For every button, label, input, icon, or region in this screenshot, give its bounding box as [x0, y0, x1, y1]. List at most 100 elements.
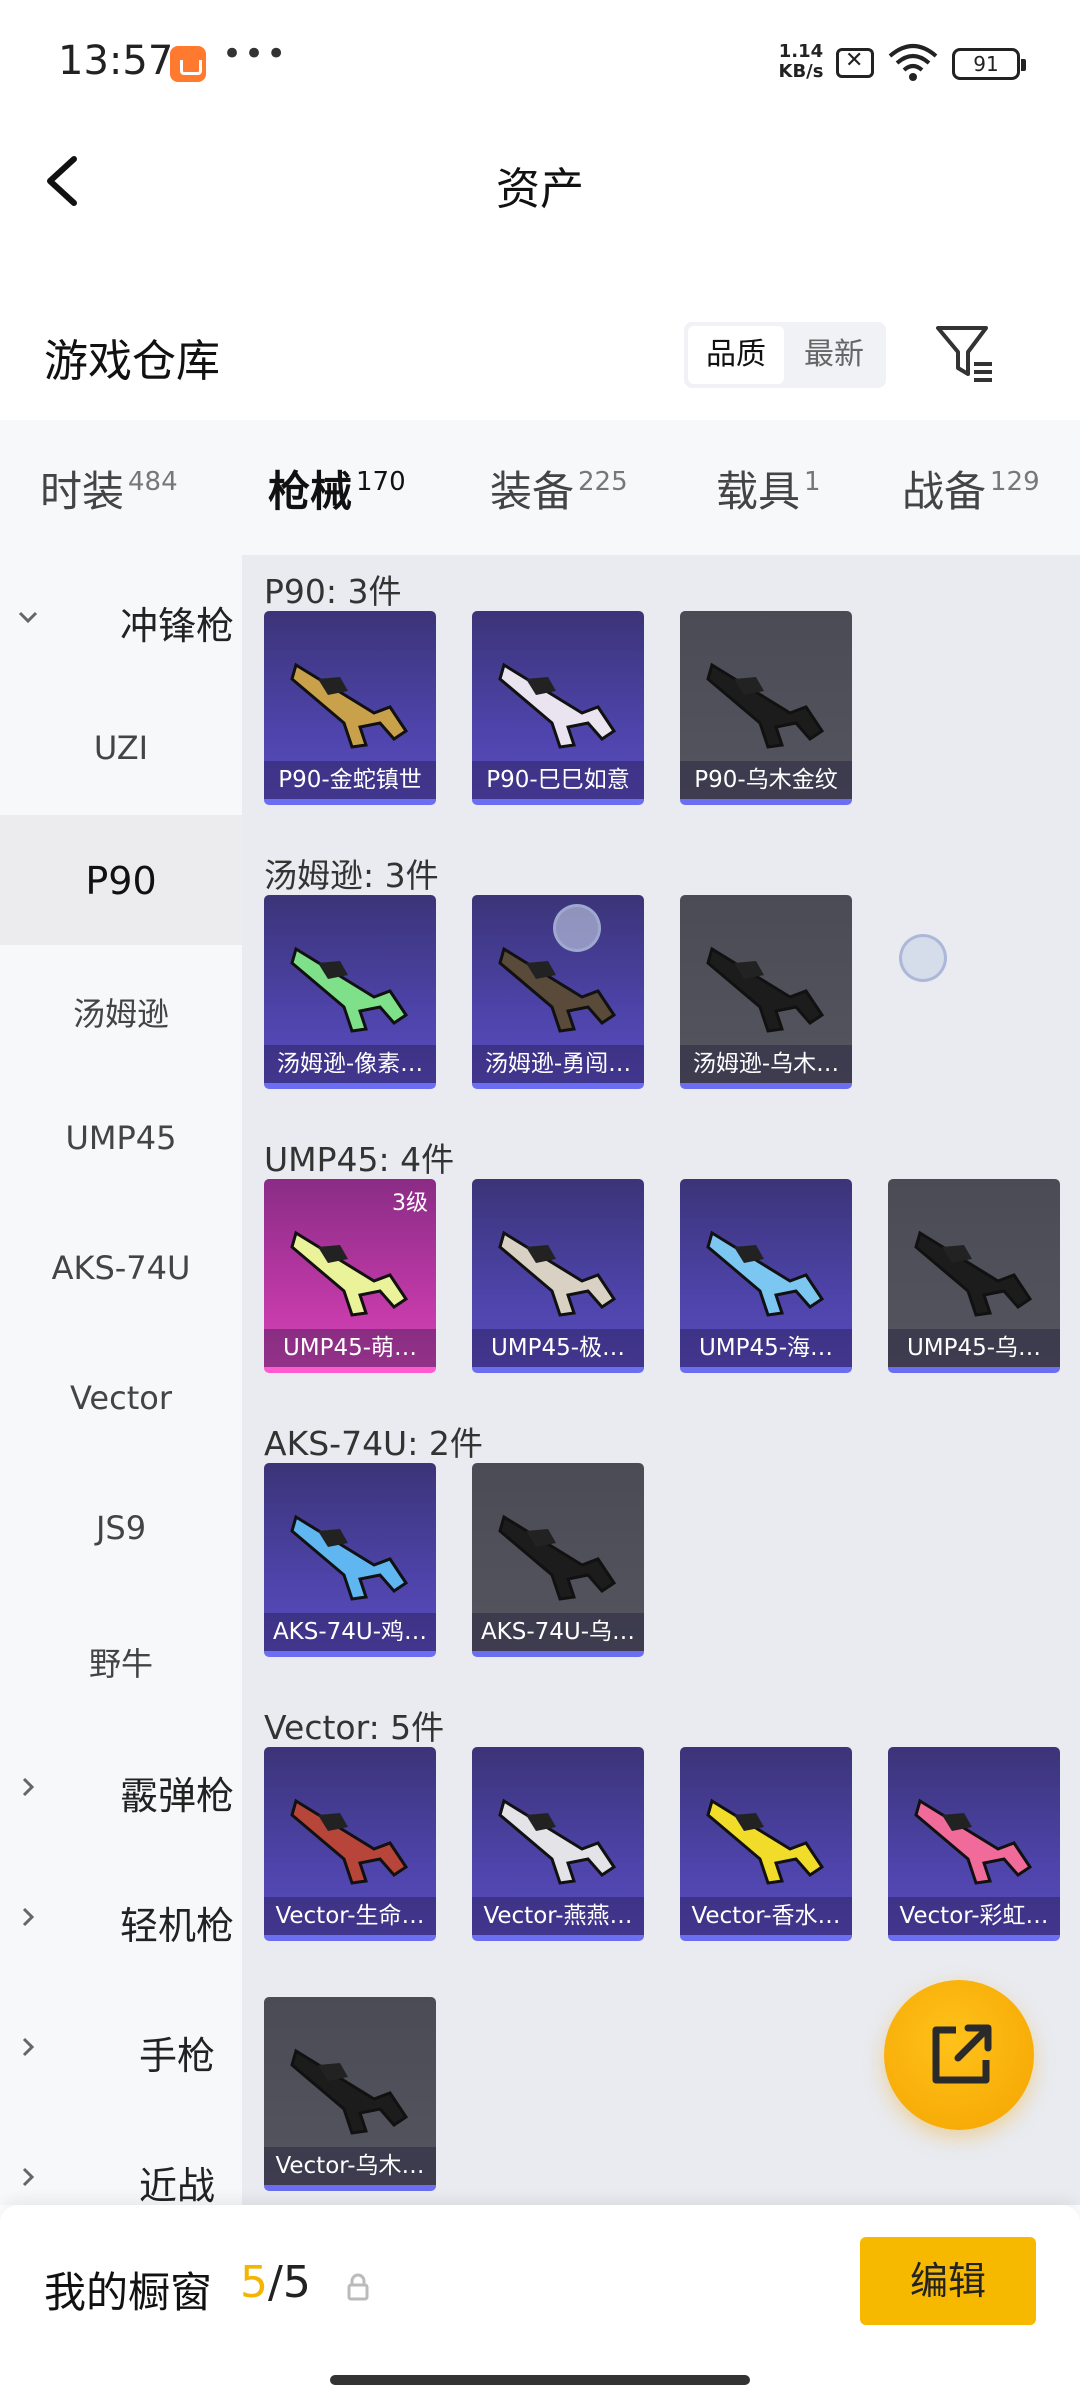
tab-fashion[interactable]: 时装 484	[40, 458, 178, 519]
weapon-icon	[290, 662, 409, 749]
sort-quality-button[interactable]: 品质	[688, 326, 784, 384]
sidebar-item-bizon[interactable]: 野牛	[0, 1595, 242, 1725]
weapon-name: Vector-彩虹…	[888, 1897, 1060, 1935]
weapon-card[interactable]: UMP45-乌…	[888, 1179, 1060, 1373]
home-indicator[interactable]	[330, 2375, 750, 2385]
weapon-card[interactable]: Vector-香水…	[680, 1747, 852, 1941]
tab-firearms[interactable]: 枪械 170	[268, 458, 406, 566]
tab-label: 枪械	[268, 467, 353, 516]
wifi-icon	[888, 44, 938, 81]
weapon-card[interactable]: 汤姆逊-乌木…	[680, 895, 852, 1089]
weapon-card[interactable]: 3级 UMP45-萌…	[264, 1179, 436, 1373]
sidebar-item-uzi[interactable]: UZI	[0, 685, 242, 815]
showcase-max: 5	[282, 2257, 311, 2308]
touch-indicator	[553, 904, 601, 952]
sidebar-group-lmg[interactable]: 轻机枪	[0, 1855, 242, 1985]
weapon-card[interactable]: P90-乌木金纹	[680, 611, 852, 805]
tab-battle-prep[interactable]: 战备 129	[902, 458, 1040, 519]
weapon-icon	[498, 1514, 617, 1601]
weapon-card[interactable]: 汤姆逊-像素…	[264, 895, 436, 1089]
showcase-current: 5	[240, 2257, 268, 2308]
weapon-card[interactable]: UMP45-极…	[472, 1179, 644, 1373]
weapon-icon	[290, 1230, 409, 1317]
network-speed-unit: KB/s	[778, 61, 824, 82]
tab-equipment[interactable]: 装备 225	[490, 458, 628, 519]
weapon-icon	[498, 1798, 617, 1885]
weapon-card[interactable]: Vector-乌木…	[264, 1997, 436, 2191]
weapon-shape	[498, 1514, 617, 1601]
sort-newest-button[interactable]: 最新	[786, 326, 882, 384]
sidebar-group-shotgun[interactable]: 霰弹枪	[0, 1725, 242, 1855]
battery-icon: 91	[952, 48, 1026, 80]
sidebar-item-label: 野牛	[88, 1645, 153, 1683]
weapon-name: Vector-香水…	[680, 1897, 852, 1935]
weapon-name: 汤姆逊-勇闯…	[472, 1045, 644, 1083]
weapon-card[interactable]: P90-金蛇镇世	[264, 611, 436, 805]
lock-icon	[347, 2273, 369, 2301]
edit-button[interactable]: 编辑	[860, 2237, 1036, 2325]
touch-indicator	[899, 934, 947, 982]
weapon-icon	[498, 662, 617, 749]
sidebar-item-label: JS9	[95, 1509, 147, 1547]
tab-vehicles[interactable]: 载具 1	[716, 458, 821, 519]
weapon-icon	[290, 2048, 409, 2135]
weapon-card[interactable]: P90-巳巳如意	[472, 611, 644, 805]
showcase-separator: /	[268, 2257, 283, 2308]
chevron-down-icon	[18, 611, 38, 624]
weapon-shape	[290, 1798, 409, 1885]
sidebar-item-vector[interactable]: Vector	[0, 1335, 242, 1465]
chevron-right-icon	[22, 1777, 35, 1797]
weapon-shape	[498, 1230, 617, 1317]
tab-label: 载具	[716, 467, 801, 516]
weapon-name: UMP45-海…	[680, 1329, 852, 1367]
weapon-card[interactable]: AKS-74U-鸡…	[264, 1463, 436, 1657]
section-title: Vector: 5件	[264, 1708, 445, 1747]
weapon-name: Vector-生命…	[264, 1897, 436, 1935]
weapon-card[interactable]: Vector-燕燕…	[472, 1747, 644, 1941]
weapon-name: P90-巳巳如意	[472, 761, 644, 799]
chevron-right-icon	[22, 1907, 35, 1927]
sidebar-item-ump45[interactable]: UMP45	[0, 1075, 242, 1205]
weapon-grid: P90: 3件 P90-金蛇镇世 P90-巳巳如意 P90-乌木金纹 汤姆逊: 3件 汤姆…	[242, 555, 1080, 2205]
no-sim-icon	[836, 48, 874, 78]
weapon-shape	[290, 946, 409, 1033]
weapon-name: AKS-74U-乌…	[472, 1613, 644, 1651]
section-title: 汤姆逊: 3件	[264, 856, 439, 895]
weapon-name: Vector-乌木…	[264, 2147, 436, 2185]
sidebar-item-aks74u[interactable]: AKS-74U	[0, 1205, 242, 1335]
weapon-shape	[498, 946, 617, 1033]
tab-label: 时装	[40, 467, 125, 516]
network-speed-value: 1.14	[778, 41, 824, 62]
weapon-card[interactable]: AKS-74U-乌…	[472, 1463, 644, 1657]
weapon-shape	[706, 1798, 825, 1885]
weapon-icon	[706, 946, 825, 1033]
weapon-shape	[498, 1798, 617, 1885]
app-notification-icon	[170, 46, 206, 82]
showcase-label: 我的橱窗	[44, 2268, 213, 2317]
weapon-icon	[914, 1798, 1033, 1885]
weapon-card[interactable]: Vector-生命…	[264, 1747, 436, 1941]
section-title: AKS-74U: 2件	[264, 1424, 483, 1463]
sidebar-group-label: 冲锋枪	[119, 604, 234, 648]
sidebar-item-thompson[interactable]: 汤姆逊	[0, 945, 242, 1075]
weapon-name: P90-金蛇镇世	[264, 761, 436, 799]
network-speed: 1.14 KB/s	[776, 42, 826, 82]
weapon-icon	[706, 1798, 825, 1885]
weapon-icon	[706, 662, 825, 749]
weapon-card[interactable]: UMP45-海…	[680, 1179, 852, 1373]
sidebar-group-smg[interactable]: 冲锋枪	[0, 555, 242, 685]
sidebar-group-melee[interactable]: 近战	[0, 2115, 242, 2205]
share-button[interactable]	[884, 1980, 1034, 2130]
sidebar-group-label: 霰弹枪	[119, 1774, 234, 1818]
weapon-shape	[290, 2048, 409, 2135]
sidebar-item-js9[interactable]: JS9	[0, 1465, 242, 1595]
sidebar-item-p90[interactable]: P90	[0, 815, 242, 945]
more-notifications-icon: •••	[222, 34, 289, 74]
weapon-name: Vector-燕燕…	[472, 1897, 644, 1935]
filter-icon[interactable]	[934, 322, 996, 384]
sidebar-item-label: UZI	[93, 729, 149, 767]
weapon-card[interactable]: Vector-彩虹…	[888, 1747, 1060, 1941]
sidebar-group-pistol[interactable]: 手枪	[0, 1985, 242, 2115]
weapon-name: P90-乌木金纹	[680, 761, 852, 799]
page-title: 资产	[496, 164, 584, 215]
